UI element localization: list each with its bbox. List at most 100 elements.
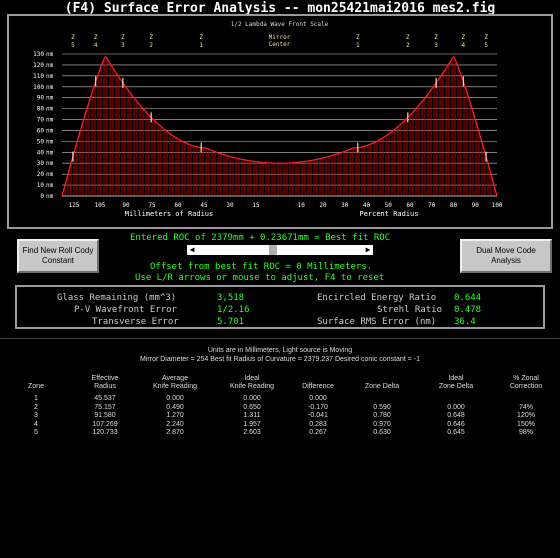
right-axis-title: Percent Radius [359, 210, 418, 218]
slider-left-arrow-icon[interactable]: ◀ [188, 245, 196, 255]
find-new-roll-cody-constant-button[interactable]: Find New Roll Cody Constant [17, 239, 99, 273]
x-tick-right: 10 [298, 202, 306, 209]
zone-label-number: 2 [406, 42, 410, 49]
y-tick-label: 50 [37, 138, 45, 145]
roc-adjust-slider[interactable]: ◀ ▶ [187, 245, 373, 255]
y-tick-unit: nm [46, 95, 54, 102]
zone-label-top: Z [356, 34, 360, 41]
mirror-center-label-2: Center [269, 41, 291, 48]
y-tick-label: 90 [37, 95, 45, 102]
slider-thumb[interactable] [269, 245, 277, 255]
table-cell: 0.650 [243, 403, 261, 411]
table-cell: 98% [518, 429, 533, 436]
chart-subtitle: 1/2 Lambda Wave Front Scale [231, 21, 329, 28]
zone-label-number: 5 [484, 42, 488, 49]
y-tick-label: 80 [37, 106, 45, 113]
table-cell: 120% [517, 412, 535, 419]
table-cell: 0.267 [309, 429, 327, 436]
zone-report: Units are in Millimeters, Light source i… [0, 338, 560, 558]
x-tick-right: 40 [363, 202, 371, 209]
y-tick-label: 110 [33, 73, 44, 80]
table-header-top: Average [162, 375, 188, 382]
x-tick-right: 90 [472, 202, 480, 209]
x-tick-right: 70 [428, 202, 436, 209]
table-header: Knife Reading [153, 383, 197, 390]
table-cell: 2.870 [166, 429, 184, 436]
zone-label-number: 1 [199, 42, 203, 49]
glass-remaining-label: Glass Remaining (mm^3) [57, 293, 177, 303]
x-tick-right: 80 [450, 202, 458, 209]
table-cell: 0.283 [309, 420, 327, 428]
table-cell: 0.970 [373, 420, 391, 428]
surface-rms-label: Surface RMS Error (nm) [317, 317, 437, 327]
table-cell: 0.630 [373, 429, 391, 436]
zone-label-top: Z [94, 34, 98, 41]
y-tick-label: 70 [37, 117, 45, 124]
y-tick-unit: nm [46, 171, 54, 178]
zone-label-number: 5 [71, 42, 75, 49]
encircled-energy-value: 0.644 [454, 293, 482, 303]
table-cell: 0.000 [447, 403, 465, 411]
dual-move-code-analysis-button[interactable]: Dual Move Code Analysis [460, 239, 552, 273]
y-tick-unit: nm [46, 84, 54, 91]
table-cell: 1.311 [243, 412, 261, 419]
table-cell: 0.000 [243, 395, 261, 402]
y-tick-unit: nm [46, 127, 54, 134]
table-cell: 150% [517, 420, 535, 428]
roc-line: Entered ROC of 2379mm + 0.23671mm = Best… [130, 233, 391, 243]
zone-label-top: Z [199, 34, 203, 41]
zone-label-number: 3 [434, 42, 438, 49]
table-cell: 0.645 [447, 429, 465, 436]
table-cell: 2 [34, 403, 38, 411]
table-header: Radius [94, 383, 116, 390]
table-cell: 1 [34, 395, 38, 402]
y-tick-label: 0 [40, 193, 44, 200]
pv-error-label: P-V Wavefront Error [74, 305, 177, 315]
x-tick-left: 45 [200, 202, 208, 209]
table-cell: 2.603 [243, 429, 261, 436]
slider-right-arrow-icon[interactable]: ▶ [364, 245, 372, 255]
table-cell: -0.041 [308, 412, 328, 419]
surface-error-chart: 1/2 Lambda Wave Front Scale MirrorCenter 0… [33, 21, 503, 218]
table-header: Zone Delta [438, 383, 474, 390]
table-header: Knife Reading [230, 383, 274, 390]
table-cell: 75.157 [94, 403, 116, 411]
x-tick-right: 30 [341, 202, 349, 209]
stats-panel: Glass Remaining (mm^3) 3,518 P-V Wavefro… [15, 285, 545, 329]
table-cell: 3 [34, 412, 38, 419]
table-cell: 1.957 [243, 420, 261, 428]
y-tick-label: 20 [37, 171, 45, 178]
report-mirror-line: Mirror Diameter = 254 Best fit Radius of… [140, 356, 420, 363]
table-cell: 74% [518, 403, 533, 411]
x-tick-left: 105 [95, 202, 106, 209]
zone-label-top: Z [434, 34, 438, 41]
y-tick-label: 120 [33, 62, 44, 69]
table-header-top: Ideal [244, 375, 260, 382]
encircled-energy-label: Encircled Energy Ratio [317, 293, 437, 303]
table-header-top: % Zonal [513, 375, 539, 382]
y-tick-unit: nm [46, 160, 54, 167]
table-cell: 0.648 [447, 412, 465, 419]
strehl-ratio-label: Strehl Ratio [377, 305, 443, 315]
y-tick-unit: nm [46, 51, 54, 58]
x-tick-left: 30 [226, 202, 234, 209]
transverse-error-value: 5.701 [217, 317, 245, 327]
table-cell: 0.590 [373, 403, 391, 411]
y-tick-unit: nm [46, 106, 54, 113]
y-tick-unit: nm [46, 193, 54, 200]
table-header-top: Ideal [448, 375, 464, 382]
table-cell: 0.490 [166, 403, 184, 411]
table-header-top: Effective [91, 375, 119, 382]
y-tick-label: 100 [33, 84, 44, 91]
table-cell: 2.240 [166, 420, 184, 428]
y-tick-unit: nm [46, 182, 54, 189]
zone-label-number: 4 [94, 42, 98, 49]
pv-error-value: 1/2.16 [217, 305, 250, 315]
table-cell: 45.537 [94, 395, 116, 402]
x-tick-left: 125 [69, 202, 80, 209]
mirror-center-label-1: Mirror [269, 34, 291, 41]
zone-label-top: Z [121, 34, 125, 41]
zone-label-number: 2 [149, 42, 153, 49]
zone-label-number: 4 [461, 42, 465, 49]
glass-remaining-value: 3,518 [217, 293, 245, 303]
